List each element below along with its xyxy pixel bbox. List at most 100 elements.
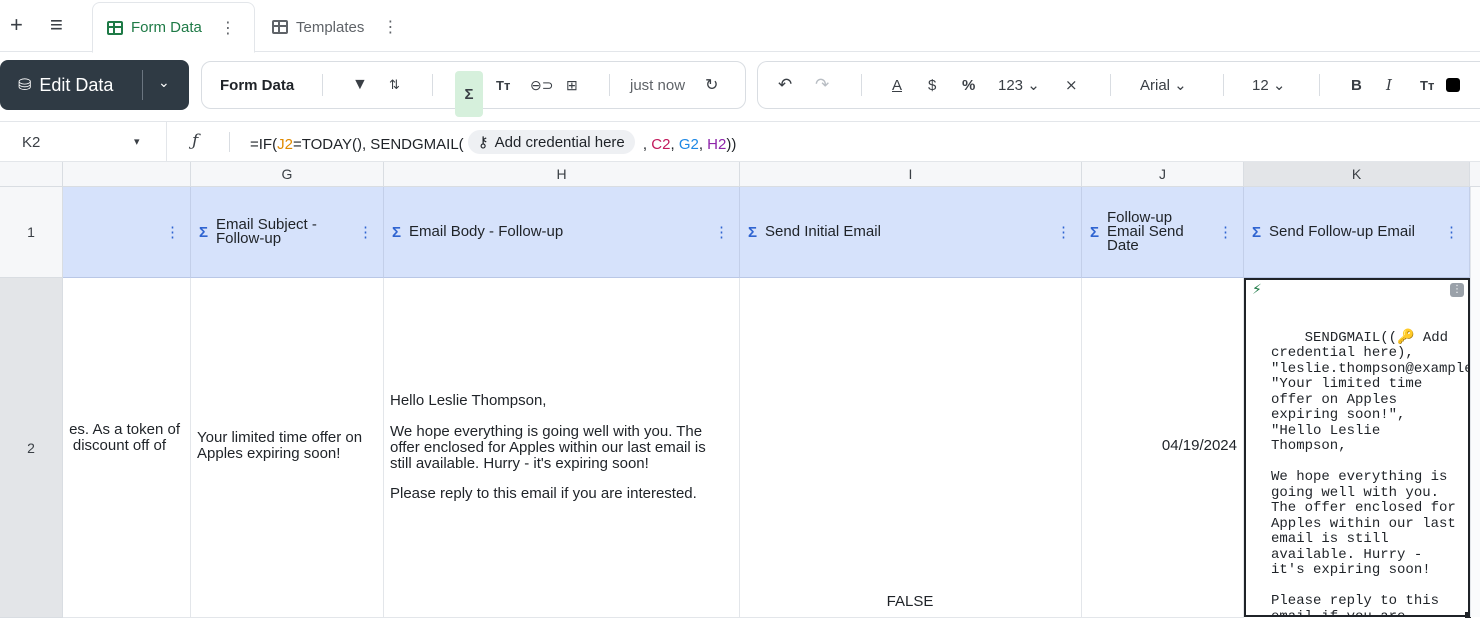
- formula-suffix: )): [726, 135, 737, 153]
- formula-ref-h2: H2: [707, 135, 727, 153]
- formula-sigma-icon[interactable]: Σ: [455, 71, 483, 117]
- cell-h2[interactable]: Hello Leslie Thompson, We hope everythin…: [384, 278, 740, 618]
- saved-status: just now: [630, 76, 686, 94]
- column-header-f[interactable]: [63, 162, 191, 187]
- bold-icon[interactable]: B: [1351, 62, 1362, 108]
- tab-menu-icon[interactable]: ⋮: [220, 18, 236, 38]
- divider: [861, 74, 862, 96]
- table-icon: [272, 20, 288, 34]
- cell-k2-selected[interactable]: ⚡ ⋮ SENDGMAIL((🔑 Add credential here), "…: [1244, 278, 1470, 617]
- column-menu-icon[interactable]: ⋮: [165, 223, 180, 241]
- text-size-icon[interactable]: Tт: [1420, 62, 1434, 108]
- view-toolbar-group: Form Data ▼ ⇅ Σ Tт ⊖⊃ ⊞ just now ↻: [201, 61, 746, 117]
- divider: [229, 132, 230, 152]
- tab-label: Templates: [296, 18, 365, 36]
- view-name[interactable]: Form Data: [220, 62, 294, 108]
- cell-g2[interactable]: Your limited time offer on Apples expiri…: [191, 278, 384, 618]
- currency-icon[interactable]: $: [928, 62, 936, 108]
- edit-data-button[interactable]: ⛁ Edit Data ⌄: [0, 60, 189, 110]
- header-label: Follow-up Email Send Date: [1107, 209, 1184, 254]
- sigma-icon: Σ: [748, 223, 758, 241]
- column-header-g[interactable]: G: [191, 162, 384, 187]
- divider: [1319, 74, 1320, 96]
- header-label: Send Follow-up Email: [1269, 223, 1415, 240]
- link-icon[interactable]: ⊖⊃: [530, 62, 553, 108]
- text-format-icon[interactable]: Tт: [496, 62, 510, 108]
- cell-text: 04/19/2024: [1161, 437, 1237, 454]
- filter-icon[interactable]: ▼: [352, 62, 368, 108]
- tab-form-data[interactable]: Form Data ⋮: [92, 2, 255, 53]
- column-menu-icon[interactable]: ⋮: [714, 223, 729, 241]
- credential-chip[interactable]: ⚷ Add credential here: [467, 130, 635, 154]
- column-menu-icon[interactable]: ⋮: [1056, 223, 1071, 241]
- sigma-icon: Σ: [392, 223, 402, 241]
- header-cell-i[interactable]: Σ Send Initial Email ⋮: [740, 187, 1082, 278]
- font-select[interactable]: Arial ⌄: [1140, 62, 1187, 108]
- cell-closing: Please reply to this email if you are in…: [390, 485, 697, 502]
- font-name: Arial: [1140, 76, 1171, 94]
- header-label: Email Subject - Follow-up: [216, 216, 317, 247]
- header-cell-j[interactable]: Σ Follow-up Email Send Date ⋮: [1082, 187, 1244, 278]
- formula-sep: ,: [638, 135, 652, 153]
- menu-icon[interactable]: ≡: [50, 12, 63, 38]
- divider: [432, 74, 433, 96]
- sort-icon[interactable]: ⇅: [389, 62, 400, 108]
- column-menu-icon[interactable]: ⋮: [1218, 223, 1233, 241]
- header-cell-f[interactable]: ⋮: [63, 187, 191, 278]
- refresh-icon[interactable]: ↻: [705, 62, 718, 108]
- column-header-h[interactable]: H: [384, 162, 740, 187]
- caret-down-icon[interactable]: ▾: [134, 135, 140, 148]
- column-header-k[interactable]: K: [1244, 162, 1470, 187]
- column-menu-icon[interactable]: ⋮: [1444, 223, 1459, 241]
- column-header-overflow: [1470, 162, 1480, 187]
- cell-f2[interactable]: es. As a token of discount off of: [63, 278, 191, 618]
- clear-format-icon[interactable]: ⨯: [1065, 62, 1078, 108]
- cell-menu-icon[interactable]: ⋮: [1450, 283, 1464, 297]
- column-header-i[interactable]: I: [740, 162, 1082, 187]
- cell-text: discount off of: [72, 437, 166, 454]
- row-header-2[interactable]: 2: [0, 278, 63, 618]
- chevron-down-icon[interactable]: ⌄: [158, 74, 170, 91]
- percent-icon[interactable]: %: [962, 62, 975, 108]
- divider: [166, 122, 167, 163]
- sigma-icon: Σ: [1252, 223, 1262, 241]
- header-label: Send Initial Email: [765, 223, 881, 240]
- column-header-j[interactable]: J: [1082, 162, 1244, 187]
- cell-i2[interactable]: FALSE: [740, 278, 1082, 618]
- format-toolbar-group: ↶ ↷ A $ % 123 ⌄ ⨯ Arial ⌄ 12 ⌄ B I Tт: [757, 61, 1480, 109]
- font-size-select[interactable]: 12 ⌄: [1252, 62, 1285, 108]
- row-header-1[interactable]: 1: [0, 187, 63, 278]
- divider: [1110, 74, 1111, 96]
- tab-label: Form Data: [131, 19, 202, 36]
- redo-icon[interactable]: ↷: [815, 62, 829, 108]
- table-icon: [107, 20, 123, 35]
- tab-menu-icon[interactable]: ⋮: [382, 17, 398, 37]
- undo-icon[interactable]: ↶: [778, 62, 792, 108]
- formula-sep: ,: [670, 135, 679, 153]
- italic-icon[interactable]: I: [1386, 62, 1392, 108]
- sigma-icon: Σ: [199, 223, 209, 241]
- formula-ref-j2: J2: [277, 135, 293, 153]
- grid-corner[interactable]: [0, 162, 63, 187]
- header-cell-h[interactable]: Σ Email Body - Follow-up ⋮: [384, 187, 740, 278]
- function-icon: ƒ: [192, 131, 199, 151]
- cell-body: We hope everything is going well with yo…: [390, 423, 706, 472]
- edit-data-label: Edit Data: [39, 74, 114, 95]
- header-cell-k[interactable]: Σ Send Follow-up Email ⋮: [1244, 187, 1470, 278]
- text-color-swatch[interactable]: [1446, 62, 1460, 108]
- column-menu-icon[interactable]: ⋮: [358, 223, 373, 241]
- tab-templates[interactable]: Templates ⋮: [258, 2, 418, 52]
- column-type-icon[interactable]: ⊞: [566, 62, 578, 108]
- font-color-icon[interactable]: A: [892, 62, 902, 108]
- color-swatch: [1446, 78, 1460, 92]
- add-sheet-icon[interactable]: +: [10, 12, 23, 38]
- formula-mid: =TODAY(), SENDGMAIL(: [292, 135, 464, 153]
- formula-input[interactable]: =IF( J2 =TODAY(), SENDGMAIL( ⚷ Add crede…: [250, 130, 737, 154]
- spreadsheet-grid: G H I J K 1 2 ⋮ Σ Email Subject - Follow…: [0, 162, 1480, 622]
- divider: [1223, 74, 1224, 96]
- cell-j2[interactable]: 04/19/2024: [1082, 278, 1244, 618]
- divider: [609, 74, 610, 96]
- header-cell-g[interactable]: Σ Email Subject - Follow-up ⋮: [191, 187, 384, 278]
- cell-reference[interactable]: K2: [22, 134, 40, 151]
- number-format-select[interactable]: 123 ⌄: [998, 62, 1040, 108]
